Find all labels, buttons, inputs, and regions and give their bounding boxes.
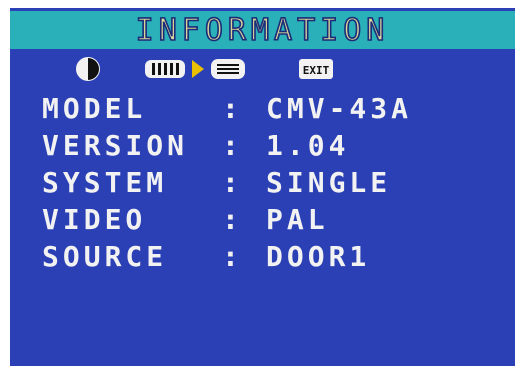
video-separator: : bbox=[222, 203, 243, 236]
source-label: SOURCE bbox=[42, 240, 168, 273]
menu-title: INFORMATION bbox=[135, 12, 390, 49]
info-row-system: SYSTEM : SINGLE bbox=[42, 164, 502, 201]
osd-menu-screen: INFORMATION EXIT MODEL: CMV-43A VERSION… bbox=[10, 8, 515, 366]
exit-icon[interactable]: EXIT bbox=[298, 56, 334, 82]
info-row-model: MODEL : CMV-43A bbox=[42, 90, 502, 127]
version-value: 1.04 bbox=[266, 129, 350, 162]
model-label: MODEL bbox=[42, 92, 147, 125]
volume-bar-icon[interactable] bbox=[144, 56, 186, 82]
system-separator: : bbox=[222, 166, 243, 199]
system-label: SYSTEM bbox=[42, 166, 168, 199]
source-value: DOOR1 bbox=[266, 240, 371, 273]
version-label: VERSION bbox=[42, 129, 189, 162]
contrast-icon[interactable] bbox=[74, 56, 102, 82]
model-separator: : bbox=[222, 92, 243, 125]
info-row-source: SOURCE : DOOR1 bbox=[42, 238, 502, 275]
play-arrow-icon bbox=[192, 60, 204, 78]
version-separator: : bbox=[222, 129, 243, 162]
info-row-video: VIDEO : PAL bbox=[42, 201, 502, 238]
video-label: VIDEO bbox=[42, 203, 147, 236]
source-separator: : bbox=[222, 240, 243, 273]
system-value: SINGLE bbox=[266, 166, 392, 199]
information-list: MODEL : CMV-43A VERSION : 1.04 SYSTEM : … bbox=[42, 90, 502, 275]
menu-list-icon[interactable] bbox=[210, 56, 246, 82]
model-value: CMV-43A bbox=[266, 92, 413, 125]
info-row-version: VERSION : 1.04 bbox=[42, 127, 502, 164]
title-bar: INFORMATION bbox=[10, 11, 515, 49]
menu-icon-bar: EXIT bbox=[70, 56, 370, 82]
video-value: PAL bbox=[266, 203, 329, 236]
exit-icon-label: EXIT bbox=[303, 64, 330, 77]
